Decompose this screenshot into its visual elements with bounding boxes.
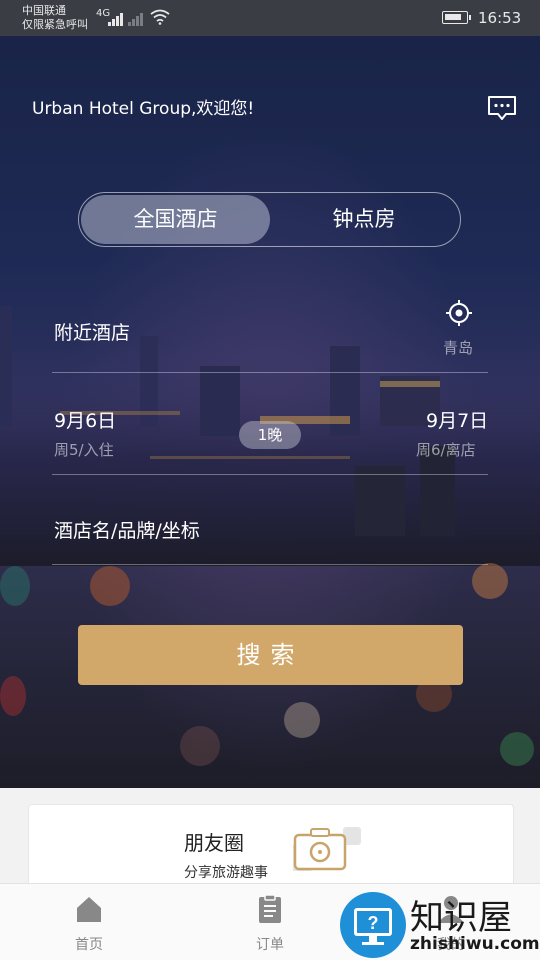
greeting-text: Urban Hotel Group,欢迎您! (32, 99, 255, 119)
moments-card[interactable]: 朋友圈 分享旅游趣事 (28, 804, 514, 894)
hero-search-panel: Urban Hotel Group,欢迎您! 全国酒店 钟点房 附近酒店 青岛 … (0, 36, 540, 788)
tab-home-label: 首页 (75, 937, 103, 953)
divider (52, 474, 488, 475)
divider (52, 564, 488, 565)
carrier-name: 中国联通 (22, 4, 66, 17)
checkout-weekday: 周6/离店 (416, 441, 476, 459)
status-bar: 中国联通 仅限紧急呼叫 4G 16:53 (0, 0, 540, 36)
bokeh-light (90, 566, 130, 606)
home-icon (77, 897, 101, 922)
tab-hourly-rooms[interactable]: 钟点房 (270, 195, 458, 244)
signal-icon (108, 10, 128, 26)
bokeh-light (472, 563, 508, 599)
divider (52, 372, 488, 373)
clock: 16:53 (478, 9, 522, 27)
checkin-weekday: 周5/入住 (54, 441, 114, 459)
site-watermark: ? 知识屋 zhishiwu.com (338, 888, 540, 960)
hotel-type-toggle: 全国酒店 钟点房 (78, 192, 461, 247)
tab-orders-label: 订单 (256, 937, 284, 953)
bokeh-light (284, 702, 320, 738)
battery-icon (442, 11, 471, 24)
current-city[interactable]: 青岛 (443, 337, 473, 358)
watermark-brand: 知识屋 (410, 898, 512, 938)
keyword-search-input[interactable]: 酒店名/品牌/坐标 (54, 516, 200, 543)
moments-subtitle: 分享旅游趣事 (184, 865, 268, 881)
emergency-only-text: 仅限紧急呼叫 (22, 18, 88, 31)
tab-nationwide-hotels[interactable]: 全国酒店 (81, 195, 270, 244)
nearby-hotels-field[interactable]: 附近酒店 (54, 318, 130, 345)
help-monitor-icon: ? (340, 892, 406, 958)
camera-icon (293, 827, 361, 871)
svg-text:?: ? (368, 913, 379, 933)
checkin-date[interactable]: 9月6日 (54, 406, 116, 433)
nights-badge: 1晚 (239, 421, 301, 449)
chat-bubble-icon[interactable] (486, 94, 518, 122)
wifi-icon (150, 9, 170, 25)
watermark-url: zhishiwu.com (410, 934, 540, 954)
carrier-info: 中国联通 仅限紧急呼叫 (22, 4, 88, 32)
tab-orders[interactable]: 订单 (225, 884, 315, 960)
search-button[interactable]: 搜索 (78, 625, 463, 685)
bokeh-light (0, 676, 26, 716)
clipboard-icon (259, 894, 281, 923)
checkout-date[interactable]: 9月7日 (426, 406, 488, 433)
bokeh-light (180, 726, 220, 766)
bokeh-light (500, 732, 534, 766)
tab-home[interactable]: 首页 (44, 884, 134, 960)
signal-icon-secondary (128, 10, 148, 26)
bokeh-light (0, 566, 30, 606)
moments-title: 朋友圈 (184, 831, 244, 855)
locate-icon[interactable] (444, 298, 474, 328)
